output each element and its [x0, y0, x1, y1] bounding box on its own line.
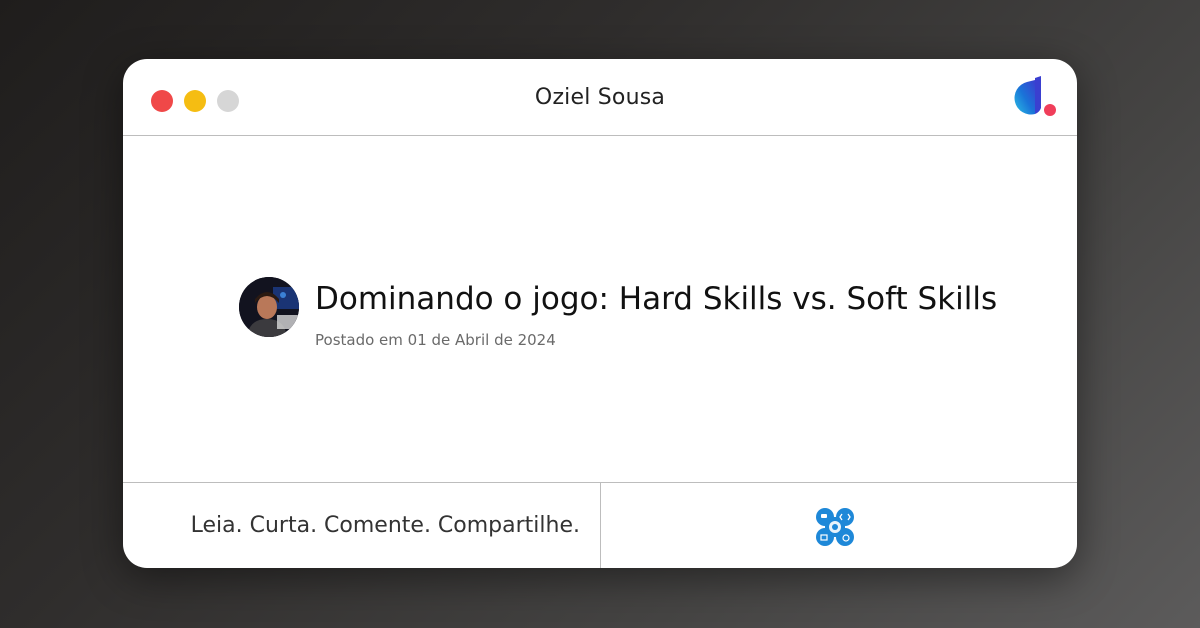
- window-title: Oziel Sousa: [534, 85, 666, 110]
- title-bar: Oziel Sousa: [123, 59, 1077, 136]
- community-badge-icon: [816, 508, 854, 546]
- avatar-photo-icon: [239, 277, 299, 337]
- post-date: Postado em 01 de Abril de 2024: [315, 331, 556, 349]
- author-avatar[interactable]: [239, 277, 299, 337]
- footer: Leia. Curta. Comente. Compartilhe.: [123, 482, 1077, 568]
- post-card: Dominando o jogo: Hard Skills vs. Soft S…: [123, 136, 1077, 481]
- footer-left-panel: Leia. Curta. Comente. Compartilhe.: [123, 483, 601, 568]
- window: Oziel Sousa Dominando o jogo: Hard Skill…: [123, 59, 1077, 568]
- dio-logo-icon: [1014, 76, 1056, 116]
- post-title[interactable]: Dominando o jogo: Hard Skills vs. Soft S…: [315, 281, 997, 317]
- tagline: Leia. Curta. Comente. Compartilhe.: [190, 513, 580, 538]
